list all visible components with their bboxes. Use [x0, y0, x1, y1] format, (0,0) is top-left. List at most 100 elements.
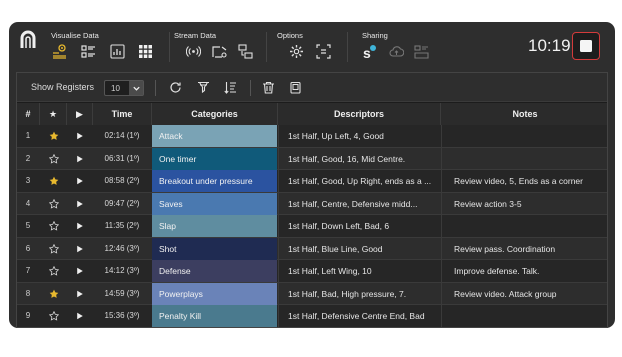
table-body: 1 02:14 (1º) Attack 1st Half, Up Left, 4, G…: [17, 125, 607, 327]
col-header-star[interactable]: ★: [40, 103, 67, 125]
star-outline-icon[interactable]: [41, 148, 67, 170]
settings-icon[interactable]: [289, 44, 304, 59]
sportscode-icon[interactable]: s: [362, 44, 377, 59]
row-notes[interactable]: Review video. Attack group: [441, 282, 607, 305]
star-filled-icon[interactable]: [41, 283, 67, 305]
row-notes[interactable]: Review action 3-5: [441, 192, 607, 215]
media-icon[interactable]: [414, 44, 429, 59]
play-icon[interactable]: [67, 305, 93, 327]
star-outline-icon[interactable]: [41, 215, 67, 237]
clock: 10:19: [528, 36, 571, 55]
row-category[interactable]: Defense: [152, 260, 277, 282]
layout-icon[interactable]: [316, 44, 331, 59]
col-header-play[interactable]: ▶: [67, 103, 93, 125]
select-value: 10: [111, 84, 120, 93]
table-row[interactable]: 8 14:59 (3º) Powerplays 1st Half, Bad, High…: [17, 282, 607, 305]
crosshair-person-icon[interactable]: [52, 44, 67, 59]
col-header-time[interactable]: Time: [93, 103, 152, 125]
row-descriptor[interactable]: 1st Half, Bad, High pressure, 7.: [278, 282, 440, 305]
table-row[interactable]: 4 09:47 (2º) Saves 1st Half, Centre, Defens…: [17, 192, 607, 215]
row-time: 14:12 (3º): [104, 266, 140, 275]
star-outline-icon[interactable]: [41, 238, 67, 260]
refresh-icon[interactable]: [169, 81, 182, 94]
row-category[interactable]: One timer: [152, 147, 277, 170]
table-row[interactable]: 3 08:58 (2º) Breakout under pressure 1st Ha…: [17, 170, 607, 193]
row-notes[interactable]: Review video, 5, Ends as a corner: [441, 170, 607, 192]
play-icon[interactable]: [67, 170, 93, 192]
row-descriptor[interactable]: 1st Half, Good, 16, Mid Centre.: [278, 147, 440, 170]
row-category[interactable]: Saves: [152, 192, 277, 215]
star-outline-icon[interactable]: [41, 305, 67, 327]
share-screens-icon[interactable]: [238, 44, 253, 59]
play-icon[interactable]: [67, 260, 93, 282]
star-filled-icon[interactable]: [41, 125, 67, 147]
row-notes[interactable]: Review pass. Coordination: [441, 237, 607, 260]
row-notes[interactable]: [441, 305, 607, 327]
delete-icon[interactable]: [262, 81, 275, 94]
row-notes[interactable]: [441, 215, 607, 237]
table-row[interactable]: 2 06:31 (1º) One timer 1st Half, Good, 16, …: [17, 147, 607, 170]
row-category[interactable]: Breakout under pressure: [152, 170, 277, 192]
row-number: 5: [25, 221, 31, 230]
broadcast-icon[interactable]: [186, 44, 201, 59]
row-number: 7: [25, 266, 31, 275]
divider: [266, 32, 267, 62]
row-number: 8: [25, 288, 31, 298]
row-descriptor[interactable]: 1st Half, Down Left, Bad, 6: [278, 215, 440, 237]
col-header-notes[interactable]: Notes: [441, 103, 607, 125]
row-descriptor[interactable]: 1st Half, Centre, Defensive midd...: [278, 192, 440, 215]
col-header-descriptors[interactable]: Descriptors: [278, 103, 441, 125]
divider: [250, 80, 251, 96]
row-time: 15:36 (3º): [104, 311, 140, 320]
row-category[interactable]: Shot: [152, 237, 277, 260]
row-descriptor[interactable]: 1st Half, Defensive Centre End, Bad: [278, 305, 440, 327]
col-header-categories[interactable]: Categories: [152, 103, 278, 125]
table-row[interactable]: 6 12:46 (3º) Shot 1st Half, Blue Line, Good…: [17, 237, 607, 260]
play-icon[interactable]: [67, 125, 93, 147]
stop-button[interactable]: [572, 32, 600, 60]
play-icon[interactable]: [67, 215, 93, 237]
filter-icon[interactable]: [197, 81, 210, 94]
table-row[interactable]: 7 14:12 (3º) Defense 1st Half, Left Wing, 1…: [17, 260, 607, 283]
grid-icon[interactable]: [138, 44, 153, 59]
table-row[interactable]: 9 15:36 (3º) Penalty Kill 1st Half, Defensi…: [17, 305, 607, 327]
row-category[interactable]: Slap: [152, 215, 277, 237]
row-category[interactable]: Powerplays: [152, 282, 277, 305]
screen-cast-icon[interactable]: [212, 44, 227, 59]
table-row[interactable]: 1 02:14 (1º) Attack 1st Half, Up Left, 4, G…: [17, 125, 607, 148]
app-window: Visualise Data Stream Data Options Shari…: [9, 22, 615, 328]
row-time: 06:31 (1º): [104, 153, 140, 163]
table-row[interactable]: 5 11:35 (2º) Slap 1st Half, Down Left, Bad,…: [17, 215, 607, 238]
star-outline-icon[interactable]: [41, 193, 67, 215]
group-title-visualise: Visualise Data: [51, 31, 99, 40]
row-category[interactable]: Penalty Kill: [152, 305, 277, 327]
play-icon[interactable]: [67, 148, 93, 170]
row-notes[interactable]: [441, 125, 607, 147]
divider: [347, 32, 348, 62]
registers-count-select[interactable]: 10: [104, 80, 144, 96]
clipboard-icon[interactable]: [289, 81, 302, 94]
cloud-upload-icon[interactable]: [389, 44, 404, 59]
star-filled-icon[interactable]: [41, 170, 67, 192]
row-notes[interactable]: [441, 147, 607, 170]
play-icon[interactable]: [67, 193, 93, 215]
row-descriptor[interactable]: 1st Half, Good, Up Right, ends as a ...: [278, 170, 440, 192]
row-number: 9: [25, 311, 31, 320]
row-descriptor[interactable]: 1st Half, Left Wing, 10: [278, 260, 440, 282]
play-icon[interactable]: [67, 283, 93, 305]
chevron-down-icon: [129, 81, 143, 95]
bar-chart-icon[interactable]: [110, 44, 125, 59]
row-number: 6: [25, 243, 31, 253]
row-category[interactable]: Attack: [152, 125, 277, 147]
row-notes[interactable]: Improve defense. Talk.: [441, 260, 607, 282]
row-time: 12:46 (3º): [104, 243, 140, 253]
star-outline-icon[interactable]: [41, 260, 67, 282]
list-toggle-icon[interactable]: [81, 44, 96, 59]
play-icon[interactable]: [67, 238, 93, 260]
sort-icon[interactable]: [224, 81, 237, 94]
row-descriptor[interactable]: 1st Half, Up Left, 4, Good: [278, 125, 440, 147]
row-descriptor[interactable]: 1st Half, Blue Line, Good: [278, 237, 440, 260]
row-time: 14:59 (3º): [104, 288, 140, 298]
app-logo-icon: [20, 30, 36, 49]
row-time: 11:35 (2º): [104, 221, 140, 230]
